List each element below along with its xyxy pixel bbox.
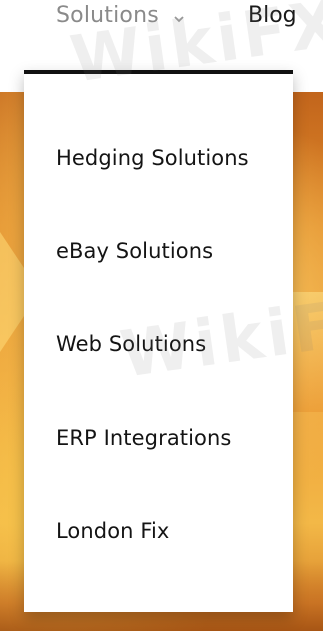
dropdown-item-hedging-solutions[interactable]: Hedging Solutions <box>56 146 249 170</box>
nav-blog-link[interactable]: Blog <box>248 0 297 30</box>
dropdown-item-ebay-solutions[interactable]: eBay Solutions <box>56 239 213 263</box>
nav-solutions-menu[interactable]: Solutions <box>56 0 185 30</box>
nav-solutions-label: Solutions <box>56 2 159 28</box>
dropdown-item-erp-integrations[interactable]: ERP Integrations <box>56 426 231 450</box>
solutions-dropdown: Hedging Solutions eBay Solutions Web Sol… <box>24 70 293 612</box>
dropdown-item-web-solutions[interactable]: Web Solutions <box>56 332 206 356</box>
nav-blog-label: Blog <box>248 2 297 28</box>
chevron-down-icon <box>173 6 185 23</box>
page: Solutions Blog Hedging Solutions eBay So… <box>0 0 323 631</box>
dropdown-item-london-fix[interactable]: London Fix <box>56 519 169 543</box>
